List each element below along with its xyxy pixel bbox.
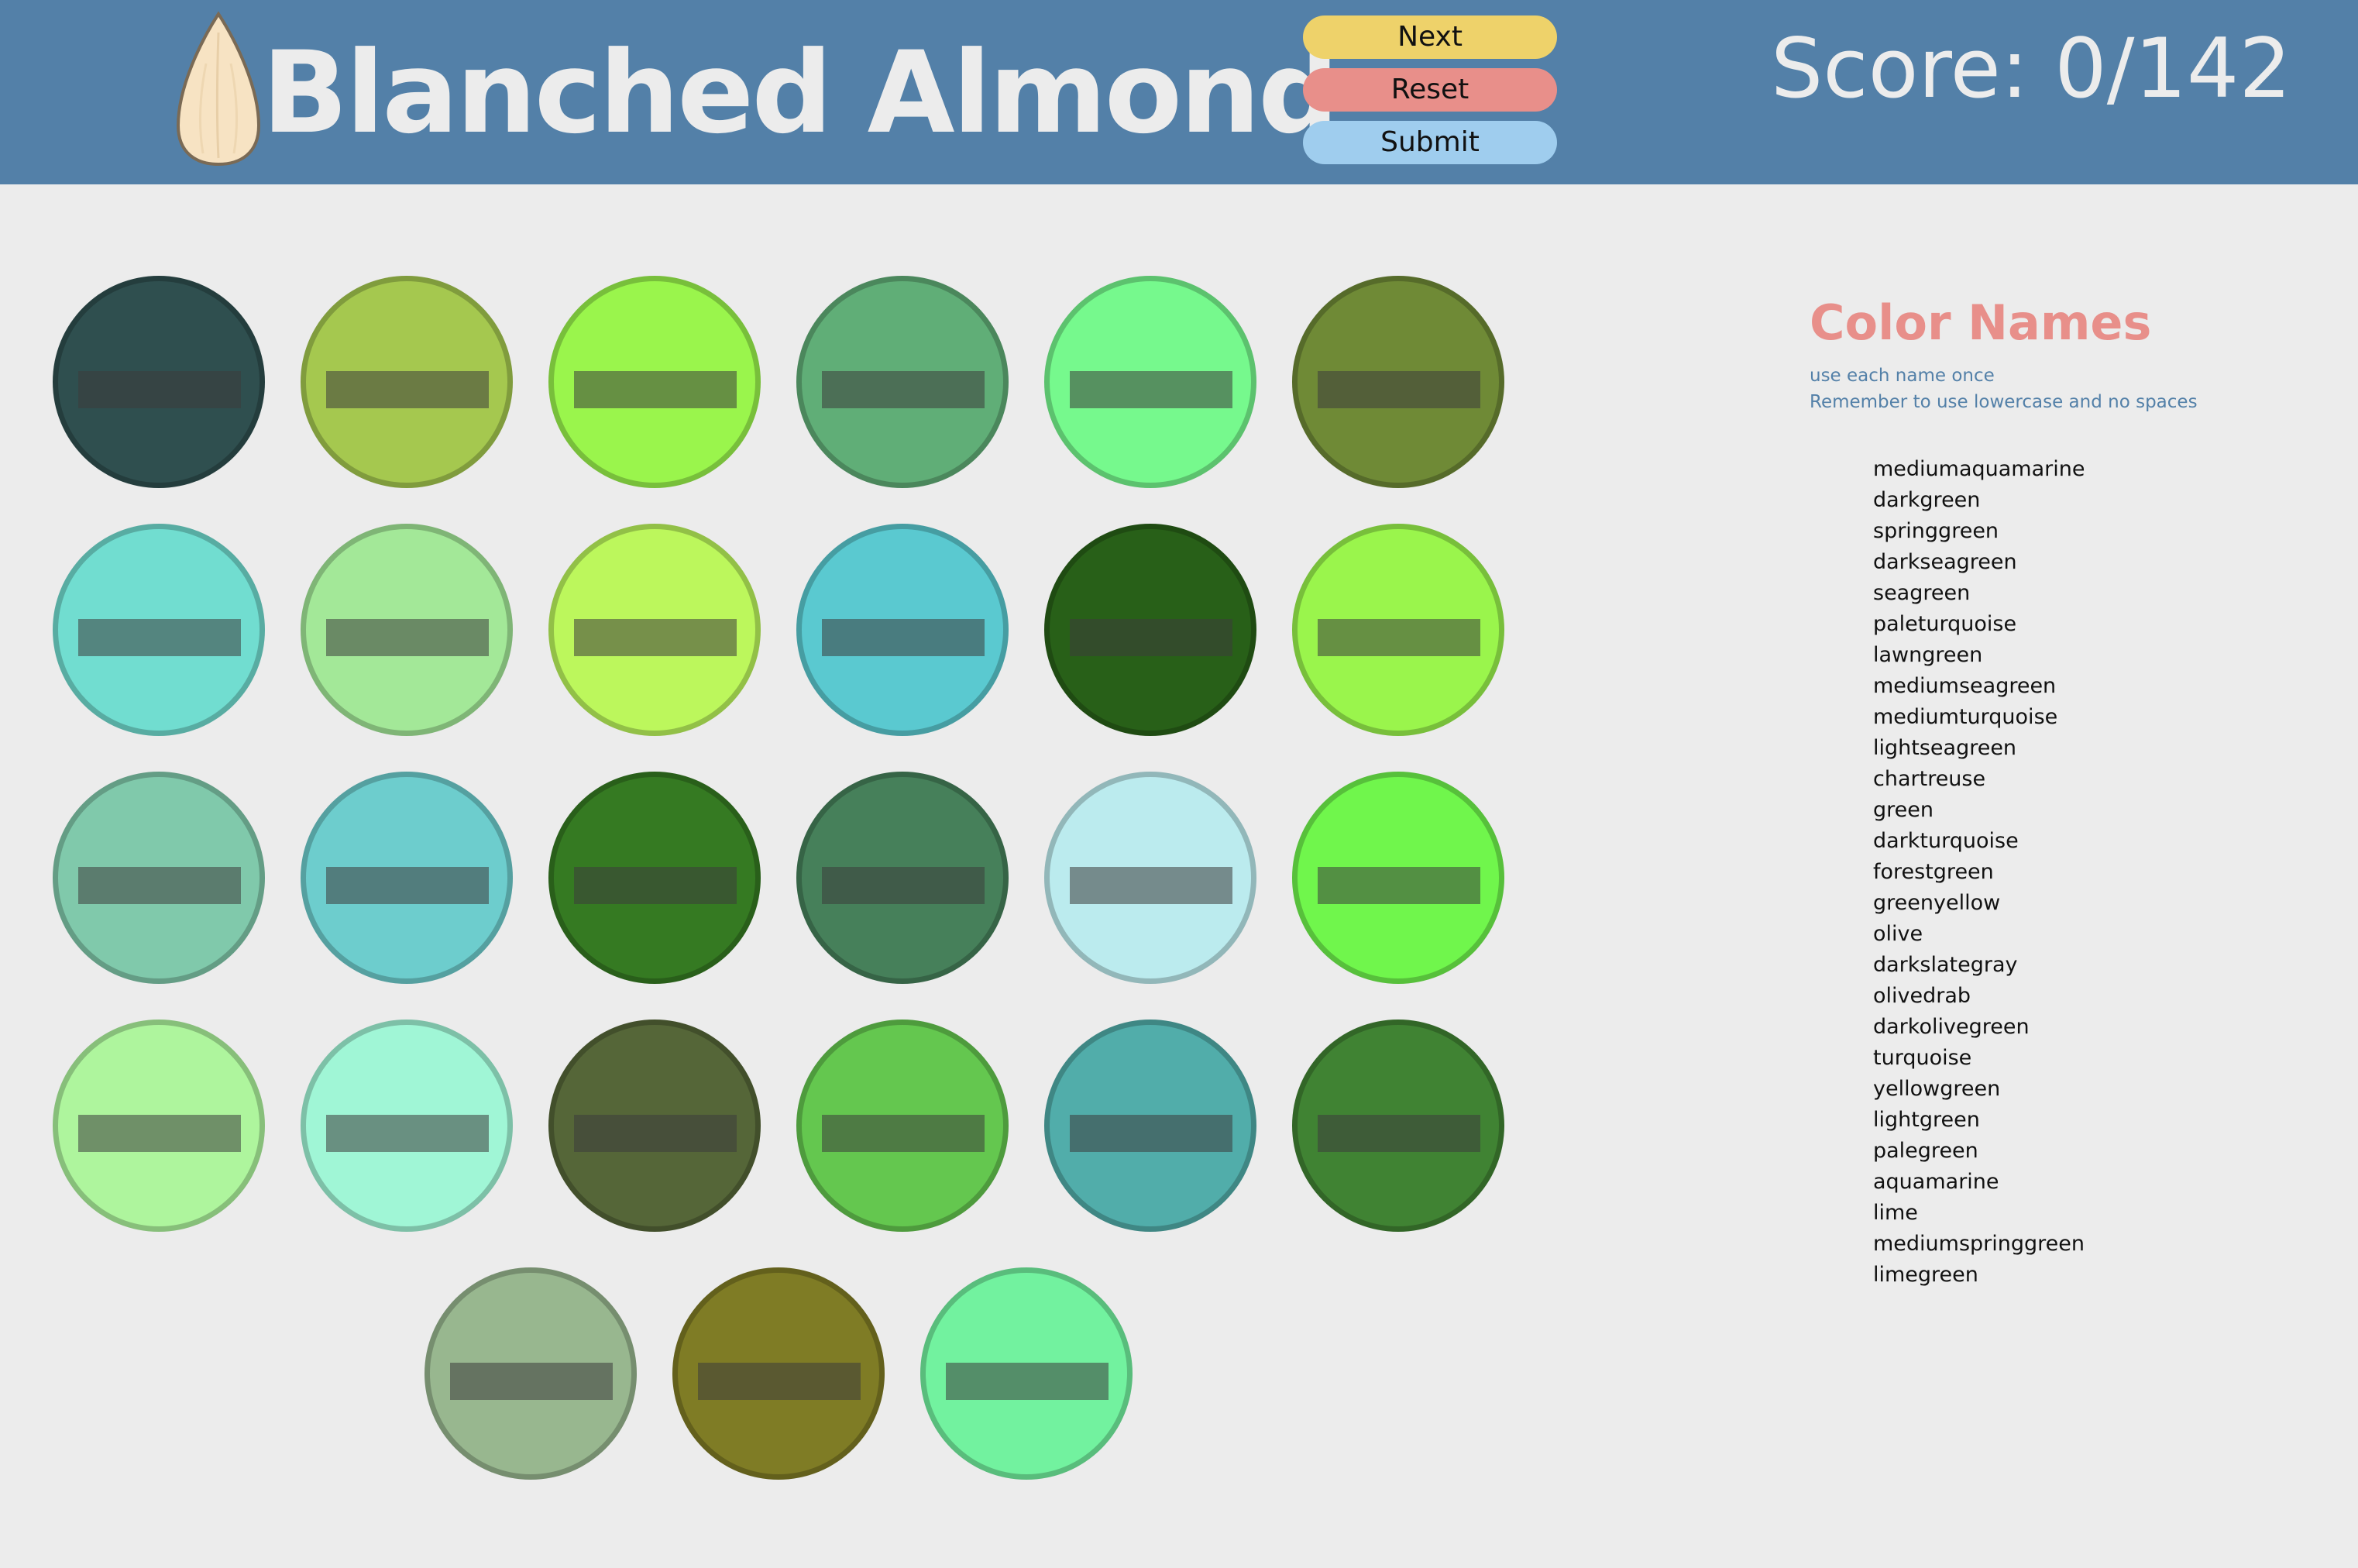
color-name-item: springgreen	[1873, 519, 1999, 543]
color-name-item: green	[1873, 798, 1933, 822]
color-swatch	[796, 1020, 1009, 1232]
color-name-item: yellowgreen	[1873, 1077, 2001, 1101]
color-swatch	[1292, 524, 1504, 736]
color-swatch	[301, 1020, 513, 1232]
color-swatch	[1044, 524, 1256, 736]
color-swatch	[1292, 276, 1504, 488]
color-answer-input[interactable]	[326, 1115, 489, 1152]
color-swatch	[672, 1267, 885, 1480]
color-swatch	[1292, 772, 1504, 984]
color-answer-input[interactable]	[822, 867, 985, 904]
color-answer-input[interactable]	[574, 867, 737, 904]
color-answer-input[interactable]	[78, 1115, 241, 1152]
color-swatch	[53, 524, 265, 736]
hint-use-once: use each name once	[1810, 366, 1995, 386]
color-answer-input[interactable]	[946, 1363, 1109, 1400]
color-swatch	[301, 524, 513, 736]
color-name-item: mediumaquamarine	[1873, 457, 2085, 481]
color-swatch	[301, 772, 513, 984]
color-swatch	[548, 524, 761, 736]
color-name-item: lightseagreen	[1873, 736, 2017, 760]
color-swatch	[301, 276, 513, 488]
next-button[interactable]: Next	[1303, 15, 1557, 59]
color-swatch	[920, 1267, 1133, 1480]
color-swatch	[548, 772, 761, 984]
color-name-item: mediumseagreen	[1873, 674, 2057, 698]
color-name-item: darkturquoise	[1873, 829, 2019, 853]
color-answer-input[interactable]	[78, 867, 241, 904]
color-name-item: lime	[1873, 1201, 1918, 1225]
color-answer-input[interactable]	[1318, 1115, 1480, 1152]
color-swatch	[548, 1020, 761, 1232]
color-swatch	[796, 524, 1009, 736]
color-answer-input[interactable]	[1318, 619, 1480, 656]
color-name-item: aquamarine	[1873, 1170, 1999, 1194]
color-answer-input[interactable]	[326, 619, 489, 656]
submit-button[interactable]: Submit	[1303, 121, 1557, 164]
color-name-item: darkslategray	[1873, 953, 2018, 977]
color-name-item: mediumturquoise	[1873, 705, 2058, 729]
color-answer-input[interactable]	[698, 1363, 861, 1400]
color-names-panel: Color Names use each name once Remember …	[1810, 294, 2321, 1291]
color-swatch	[796, 276, 1009, 488]
color-swatch	[53, 772, 265, 984]
color-name-item: palegreen	[1873, 1139, 1978, 1163]
page-title: Blanched Almond	[262, 27, 1339, 159]
color-name-item: darkseagreen	[1873, 550, 2017, 574]
header-bar: Blanched Almond Next Reset Submit Score:…	[0, 0, 2358, 184]
color-name-item: greenyellow	[1873, 891, 2001, 915]
color-answer-input[interactable]	[78, 371, 241, 408]
color-name-item: chartreuse	[1873, 767, 1986, 791]
color-name-item: limegreen	[1873, 1263, 1978, 1287]
color-name-item: seagreen	[1873, 581, 1971, 605]
color-name-item: lawngreen	[1873, 643, 1983, 667]
color-answer-input[interactable]	[1318, 371, 1480, 408]
hint-lowercase: Remember to use lowercase and no spaces	[1810, 392, 2198, 412]
color-name-item: olive	[1873, 922, 1923, 946]
color-answer-input[interactable]	[1070, 867, 1232, 904]
color-name-item: mediumspringgreen	[1873, 1232, 2085, 1256]
color-name-item: darkolivegreen	[1873, 1015, 2030, 1039]
color-name-item: turquoise	[1873, 1046, 1972, 1070]
color-swatch	[53, 1020, 265, 1232]
color-answer-input[interactable]	[574, 371, 737, 408]
color-name-item: darkgreen	[1873, 488, 1981, 512]
color-answer-input[interactable]	[1070, 1115, 1232, 1152]
color-swatch	[1044, 1020, 1256, 1232]
color-swatch	[796, 772, 1009, 984]
color-answer-input[interactable]	[1070, 619, 1232, 656]
color-answer-input[interactable]	[1318, 867, 1480, 904]
reset-button[interactable]: Reset	[1303, 68, 1557, 112]
color-answer-input[interactable]	[450, 1363, 613, 1400]
color-answer-input[interactable]	[822, 1115, 985, 1152]
swatch-grid	[0, 184, 1627, 1568]
color-swatch	[1044, 276, 1256, 488]
color-answer-input[interactable]	[78, 619, 241, 656]
color-swatch	[1292, 1020, 1504, 1232]
score-display: Score: 0/142	[1771, 21, 2291, 116]
color-swatch	[425, 1267, 637, 1480]
color-name-item: paleturquoise	[1873, 612, 2017, 636]
color-names-list: mediumaquamarine darkgreen springgreen dark…	[1810, 454, 2321, 1291]
color-answer-input[interactable]	[822, 371, 985, 408]
color-name-item: lightgreen	[1873, 1108, 1980, 1132]
almond-icon	[176, 11, 261, 167]
color-answer-input[interactable]	[326, 371, 489, 408]
color-name-item: forestgreen	[1873, 860, 1994, 884]
color-answer-input[interactable]	[822, 619, 985, 656]
color-name-item: olivedrab	[1873, 984, 1971, 1008]
color-answer-input[interactable]	[574, 1115, 737, 1152]
color-answer-input[interactable]	[1070, 371, 1232, 408]
color-answer-input[interactable]	[574, 619, 737, 656]
color-swatch	[1044, 772, 1256, 984]
color-swatch	[548, 276, 761, 488]
color-names-title: Color Names	[1810, 294, 2152, 351]
color-answer-input[interactable]	[326, 867, 489, 904]
color-swatch	[53, 276, 265, 488]
